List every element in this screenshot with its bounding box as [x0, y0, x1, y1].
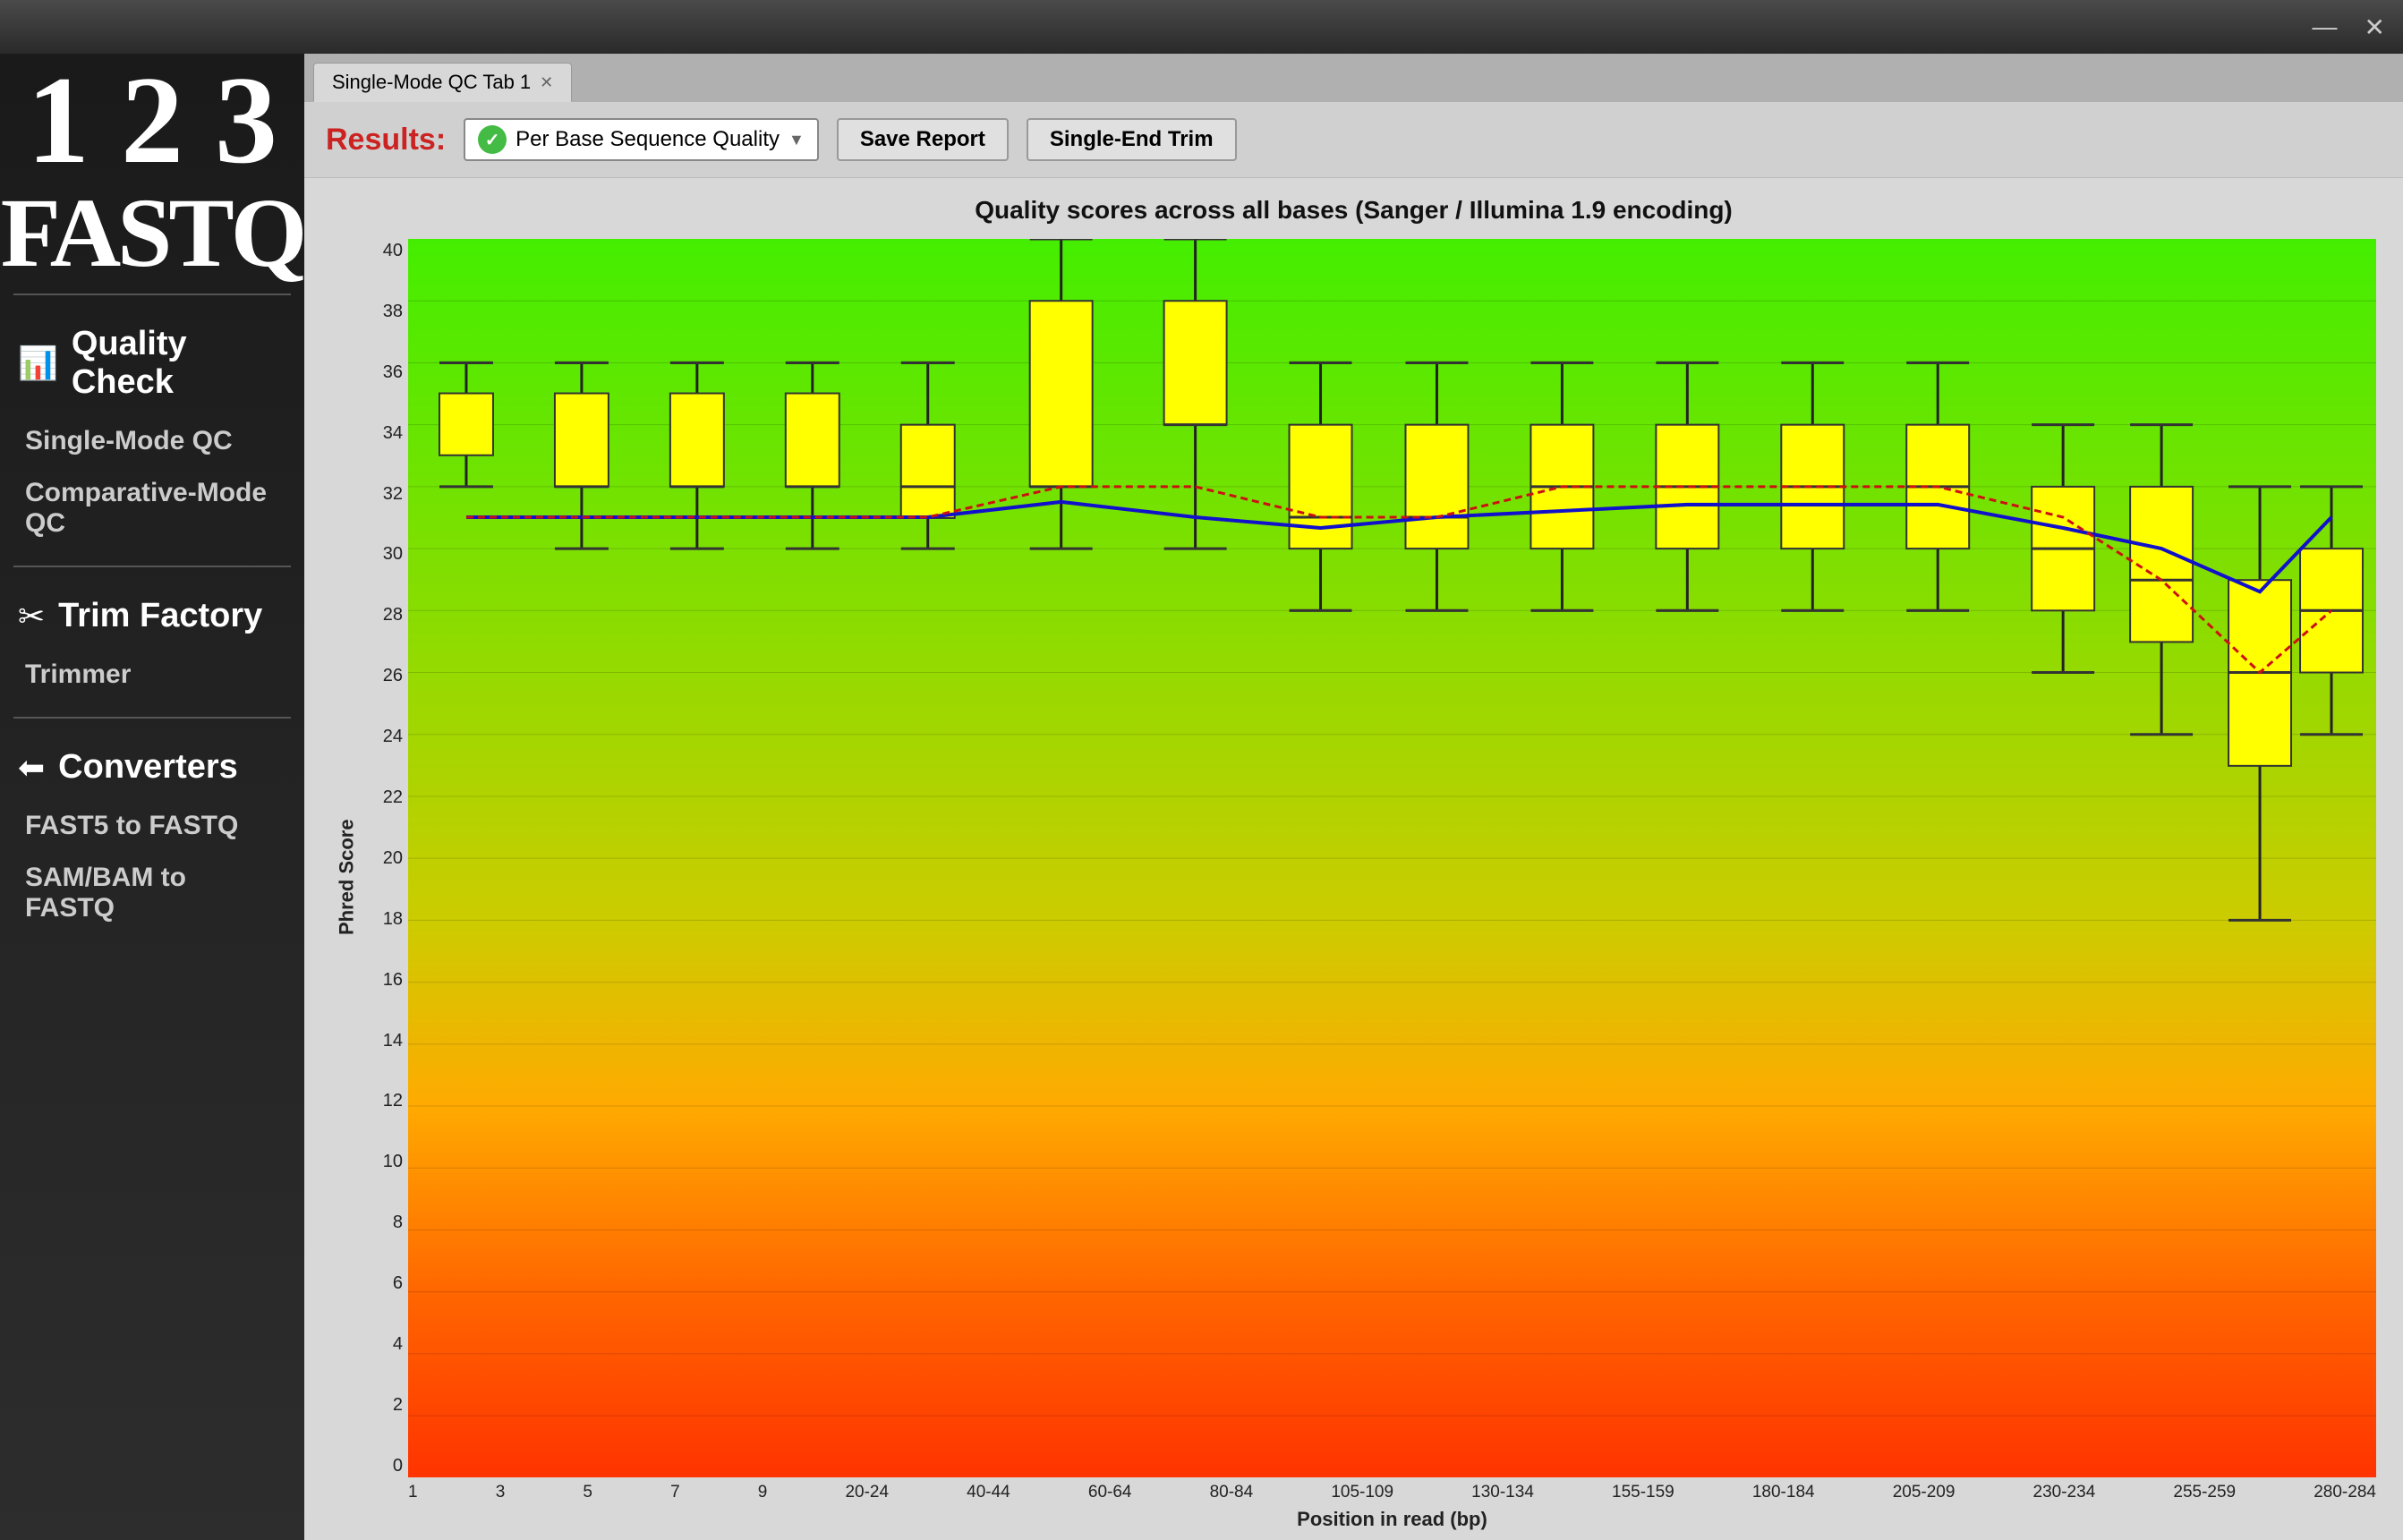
quality-check-section: 📊 Quality Check Single-Mode QC Comparati…	[0, 302, 304, 558]
results-bar: Results: ✓ Per Base Sequence Quality ▼ S…	[304, 102, 2403, 178]
sidebar: 1 2 3 FASTQ 📊 Quality Check Single-Mode …	[0, 54, 304, 1540]
converters-title: Converters	[58, 748, 238, 787]
quality-check-icon: 📊	[18, 345, 58, 382]
y-axis-ticks: 40 38 36 34 32 30 28 26 24 22 20 18 16 1…	[367, 239, 408, 1516]
chart-inner: Phred Score 40 38 36 34 32 30 28 26 24 2…	[331, 239, 2376, 1516]
tab-close-icon[interactable]: ✕	[540, 73, 553, 92]
quality-check-status-icon: ✓	[478, 125, 507, 154]
sidebar-item-sam-bam-to-fastq[interactable]: SAM/BAM to FASTQ	[0, 852, 304, 934]
dropdown-value: Per Base Sequence Quality	[516, 127, 780, 152]
sidebar-item-fast5-to-fastq[interactable]: FAST5 to FASTQ	[0, 800, 304, 852]
divider-1	[13, 294, 291, 295]
logo-numbers: 1 2 3	[1, 58, 304, 183]
sidebar-item-trimmer[interactable]: Trimmer	[0, 649, 304, 701]
converters-header: ⬅ Converters	[0, 735, 304, 800]
tab-bar: Single-Mode QC Tab 1 ✕	[304, 54, 2403, 102]
logo-fastq: FASTQ	[1, 183, 304, 282]
quality-check-header: 📊 Quality Check	[0, 311, 304, 415]
sidebar-item-comparative-mode-qc[interactable]: Comparative-Mode QC	[0, 467, 304, 549]
trim-factory-icon: ✂	[18, 598, 45, 635]
content-area: Single-Mode QC Tab 1 ✕ Results: ✓ Per Ba…	[304, 54, 2403, 1540]
chart-and-x: 1 3 5 7 9 20-24 40-44 60-64 80-84 105-10…	[408, 239, 2376, 1516]
chart-svg	[408, 239, 2376, 1477]
chart-svg-area	[408, 239, 2376, 1477]
converters-section: ⬅ Converters FAST5 to FASTQ SAM/BAM to F…	[0, 726, 304, 943]
trim-factory-section: ✂ Trim Factory Trimmer	[0, 574, 304, 710]
results-dropdown[interactable]: ✓ Per Base Sequence Quality ▼	[464, 118, 819, 161]
close-button[interactable]: ✕	[2365, 13, 2385, 42]
divider-3	[13, 717, 291, 719]
tab-single-mode-qc-1[interactable]: Single-Mode QC Tab 1 ✕	[313, 63, 572, 102]
trim-factory-header: ✂ Trim Factory	[0, 583, 304, 649]
chart-title: Quality scores across all bases (Sanger …	[331, 196, 2376, 225]
divider-2	[13, 566, 291, 567]
main-layout: 1 2 3 FASTQ 📊 Quality Check Single-Mode …	[0, 54, 2403, 1540]
save-report-button[interactable]: Save Report	[837, 118, 1009, 161]
logo: 1 2 3 FASTQ	[1, 58, 304, 282]
title-bar: — ✕	[0, 0, 2403, 54]
converters-icon: ⬅	[18, 749, 45, 787]
single-end-trim-button[interactable]: Single-End Trim	[1027, 118, 1237, 161]
x-axis-label: Position in read (bp)	[408, 1508, 2376, 1531]
sidebar-item-single-mode-qc[interactable]: Single-Mode QC	[0, 415, 304, 467]
logo-area: 1 2 3 FASTQ	[0, 54, 304, 286]
trim-factory-title: Trim Factory	[58, 597, 262, 635]
quality-check-title: Quality Check	[72, 325, 286, 402]
results-label: Results:	[326, 123, 446, 157]
tab-label: Single-Mode QC Tab 1	[332, 71, 531, 94]
dropdown-arrow-icon: ▼	[788, 131, 805, 149]
minimize-button[interactable]: —	[2313, 13, 2338, 41]
y-axis-label: Phred Score	[331, 239, 362, 1516]
chart-container: Quality scores across all bases (Sanger …	[304, 178, 2403, 1540]
x-axis-ticks: 1 3 5 7 9 20-24 40-44 60-64 80-84 105-10…	[408, 1477, 2376, 1502]
